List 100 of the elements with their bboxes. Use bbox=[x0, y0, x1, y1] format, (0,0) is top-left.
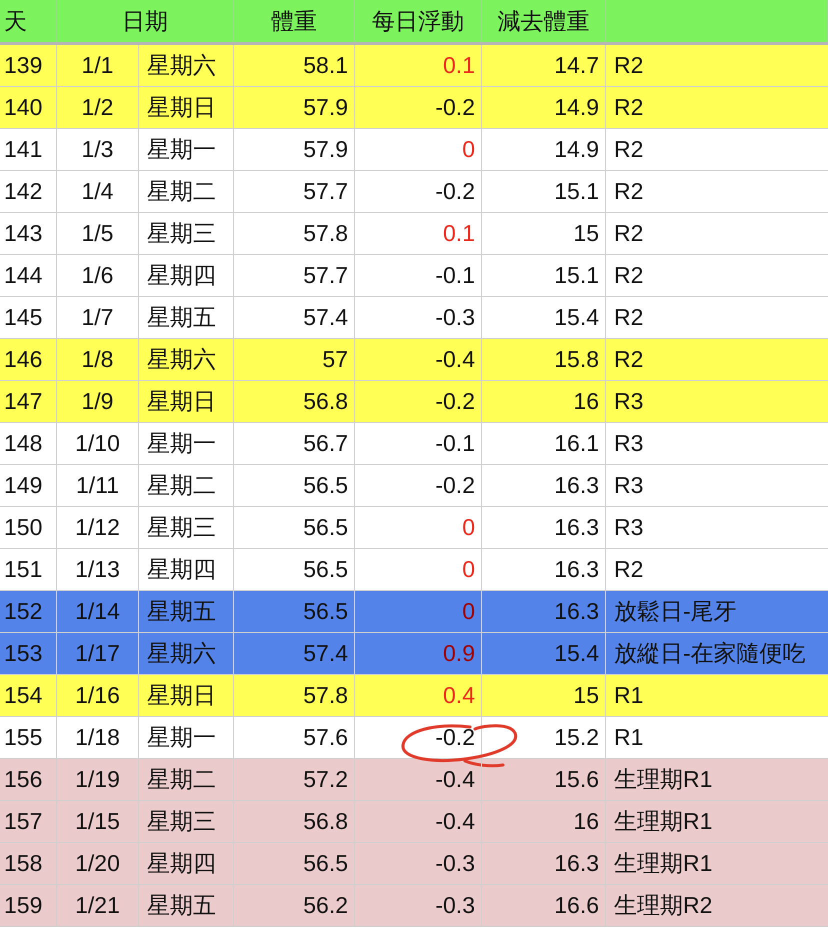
table-cell: 1/2 bbox=[57, 87, 139, 128]
table-cell: -0.1 bbox=[355, 255, 482, 296]
table-cell: -0.4 bbox=[355, 339, 482, 380]
table-cell-text: 放鬆日-尾牙 bbox=[613, 597, 738, 626]
table-cell: 15.2 bbox=[482, 717, 606, 758]
table-cell: 1/16 bbox=[57, 675, 139, 716]
table-cell: 0 bbox=[355, 507, 482, 548]
table-cell: 56.5 bbox=[234, 507, 355, 548]
table-cell-text: R1 bbox=[613, 681, 644, 710]
table-cell: 1/6 bbox=[57, 255, 139, 296]
table-cell-text: R2 bbox=[613, 177, 644, 206]
table-cell-text: R2 bbox=[613, 93, 644, 122]
table-cell-text: R1 bbox=[613, 723, 644, 752]
table-cell-text: R2 bbox=[613, 261, 644, 290]
table-cell: 1/11 bbox=[57, 465, 139, 506]
table-cell-text: R3 bbox=[613, 429, 644, 458]
table-cell-text: R2 bbox=[613, 51, 644, 80]
table-cell: 56.5 bbox=[234, 843, 355, 884]
table-cell-text: 生理期R1 bbox=[613, 849, 714, 878]
column-header: 體重 bbox=[234, 0, 355, 42]
table-cell: 1/4 bbox=[57, 171, 139, 212]
table-cell: 星期一 bbox=[139, 717, 234, 758]
column-header: 日期 bbox=[57, 0, 234, 42]
table-cell: 1/1 bbox=[57, 45, 139, 86]
table-cell: 57.6 bbox=[234, 717, 355, 758]
column-header: 每日浮動 bbox=[355, 0, 482, 42]
table-cell: 1/14 bbox=[57, 591, 139, 632]
table-cell: 0.4 bbox=[355, 675, 482, 716]
table-cell: 1/18 bbox=[57, 717, 139, 758]
table-cell: 1/3 bbox=[57, 129, 139, 170]
table-cell: 星期四 bbox=[139, 549, 234, 590]
table-cell: -0.2 bbox=[355, 381, 482, 422]
table-cell: 0.1 bbox=[355, 213, 482, 254]
table-cell: 星期六 bbox=[139, 633, 234, 674]
table-cell: -0.2 bbox=[355, 171, 482, 212]
table-cell: 1/7 bbox=[57, 297, 139, 338]
table-cell: 56.7 bbox=[234, 423, 355, 464]
table-cell: 154 bbox=[0, 675, 57, 716]
table-cell: 152 bbox=[0, 591, 57, 632]
table-cell-text: 放縱日-在家隨便吃 bbox=[613, 639, 807, 668]
table-cell: 0 bbox=[355, 591, 482, 632]
table-cell: 14.9 bbox=[482, 129, 606, 170]
table-cell: -0.3 bbox=[355, 843, 482, 884]
table-cell: -0.4 bbox=[355, 801, 482, 842]
table-cell-text: 生理期R2 bbox=[613, 891, 714, 920]
table-cell: 145 bbox=[0, 297, 57, 338]
table-cell: 142 bbox=[0, 171, 57, 212]
table-cell: 56.5 bbox=[234, 549, 355, 590]
table-cell-text: 生理期R1 bbox=[613, 765, 714, 794]
table-cell: 148 bbox=[0, 423, 57, 464]
table-cell-text: R3 bbox=[613, 513, 644, 542]
table-cell: 157 bbox=[0, 801, 57, 842]
table-cell: 58.1 bbox=[234, 45, 355, 86]
table-cell: 57.2 bbox=[234, 759, 355, 800]
table-cell: 星期三 bbox=[139, 801, 234, 842]
table-cell: 140 bbox=[0, 87, 57, 128]
table-cell: 16.3 bbox=[482, 843, 606, 884]
table-cell: 57.7 bbox=[234, 171, 355, 212]
table-cell: 147 bbox=[0, 381, 57, 422]
table-cell: 星期日 bbox=[139, 381, 234, 422]
table-cell: 57.4 bbox=[234, 297, 355, 338]
table-cell: 星期二 bbox=[139, 171, 234, 212]
table-cell: 15.1 bbox=[482, 255, 606, 296]
table-cell: 143 bbox=[0, 213, 57, 254]
table-cell-text: R2 bbox=[613, 345, 644, 374]
table-cell: 0 bbox=[355, 129, 482, 170]
table-cell-text: R2 bbox=[613, 303, 644, 332]
table-cell: 星期日 bbox=[139, 675, 234, 716]
table-cell: 星期四 bbox=[139, 843, 234, 884]
table-cell: 149 bbox=[0, 465, 57, 506]
table-cell: 1/17 bbox=[57, 633, 139, 674]
table-cell-text: R2 bbox=[613, 219, 644, 248]
table-cell-text: 生理期R1 bbox=[613, 807, 714, 836]
table-cell: 1/20 bbox=[57, 843, 139, 884]
table-cell: 57.9 bbox=[234, 87, 355, 128]
table-cell: 星期六 bbox=[139, 45, 234, 86]
table-cell: 16 bbox=[482, 381, 606, 422]
table-cell-text: R2 bbox=[613, 555, 644, 584]
table-cell: 144 bbox=[0, 255, 57, 296]
table-cell: 56.8 bbox=[234, 801, 355, 842]
table-cell: 1/8 bbox=[57, 339, 139, 380]
table-cell: 星期四 bbox=[139, 255, 234, 296]
table-cell: 159 bbox=[0, 885, 57, 926]
table-cell: 155 bbox=[0, 717, 57, 758]
table-cell: 星期二 bbox=[139, 465, 234, 506]
table-cell: -0.1 bbox=[355, 423, 482, 464]
table-cell: 1/21 bbox=[57, 885, 139, 926]
table-cell: 15.4 bbox=[482, 633, 606, 674]
table-cell: 15.1 bbox=[482, 171, 606, 212]
table-cell: -0.2 bbox=[355, 465, 482, 506]
table-cell: 16.3 bbox=[482, 465, 606, 506]
table-cell: 153 bbox=[0, 633, 57, 674]
table-cell: 1/10 bbox=[57, 423, 139, 464]
column-header: 天 bbox=[0, 0, 57, 42]
table-cell: 0.1 bbox=[355, 45, 482, 86]
table-cell: 星期三 bbox=[139, 213, 234, 254]
table-cell: 星期五 bbox=[139, 297, 234, 338]
table-cell: 星期六 bbox=[139, 339, 234, 380]
table-cell: -0.3 bbox=[355, 885, 482, 926]
table-cell: 57.4 bbox=[234, 633, 355, 674]
